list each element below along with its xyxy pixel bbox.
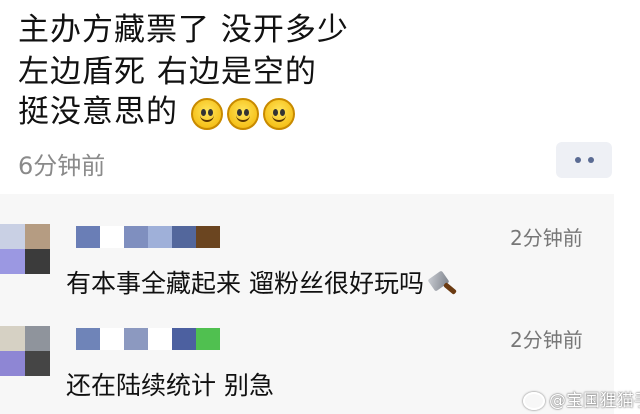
post-text-line-2: 左边盾死 右边是空的 bbox=[18, 54, 317, 90]
comment-timestamp: 2分钟前 bbox=[510, 328, 583, 352]
watermark-text: @宝国狸猫手 bbox=[549, 391, 640, 411]
comment-text: 有本事全藏起来 遛粉丝很好玩吗 bbox=[66, 264, 458, 300]
post-text-line-1: 主办方藏票了 没开多少 bbox=[18, 12, 349, 48]
post-text-line-3: 挺没意思的 bbox=[18, 86, 295, 131]
username-pixel bbox=[196, 226, 220, 248]
post-text-line-3-text: 挺没意思的 bbox=[18, 94, 178, 130]
smiley-icon bbox=[262, 97, 295, 130]
more-dots-icon bbox=[574, 157, 581, 163]
avatar-pixel bbox=[25, 351, 50, 376]
comment-text: 还在陆续统计 别急 bbox=[66, 371, 274, 400]
username-pixel bbox=[124, 226, 148, 248]
comment-timestamp: 2分钟前 bbox=[510, 226, 583, 250]
avatar-pixel bbox=[0, 351, 25, 376]
avatar-pixel bbox=[0, 224, 25, 249]
comment-item[interactable]: 2分钟前 还在陆续统计 别急 bbox=[0, 314, 614, 414]
username-pixel bbox=[148, 328, 172, 350]
avatar[interactable] bbox=[0, 224, 50, 274]
post-timestamp: 6分钟前 bbox=[18, 152, 106, 180]
emoji-group bbox=[190, 97, 295, 130]
avatar-pixel bbox=[0, 326, 25, 351]
smiley-icon bbox=[226, 97, 259, 130]
avatar-pixel bbox=[25, 249, 50, 274]
comment-text-content: 有本事全藏起来 遛粉丝很好玩吗 bbox=[66, 269, 424, 298]
comment-section: 2分钟前 有本事全藏起来 遛粉丝很好玩吗 2分钟前 还在陆续统计 别急 bbox=[0, 194, 614, 414]
smiley-icon bbox=[190, 97, 223, 130]
username-pixel bbox=[148, 226, 172, 248]
avatar-pixel bbox=[25, 326, 50, 351]
avatar-pixel bbox=[0, 249, 25, 274]
username-mosaic[interactable] bbox=[76, 226, 220, 248]
username-pixel bbox=[124, 328, 148, 350]
page-edge bbox=[614, 192, 640, 414]
username-pixel bbox=[172, 226, 196, 248]
username-pixel bbox=[76, 226, 100, 248]
username-mosaic[interactable] bbox=[76, 328, 220, 350]
comment-item[interactable]: 2分钟前 有本事全藏起来 遛粉丝很好玩吗 bbox=[0, 212, 614, 312]
weibo-logo-icon bbox=[523, 392, 545, 410]
username-pixel bbox=[76, 328, 100, 350]
username-pixel bbox=[100, 226, 124, 248]
watermark: @宝国狸猫手 bbox=[523, 386, 640, 411]
more-dots-icon bbox=[587, 157, 594, 163]
avatar-pixel bbox=[25, 224, 50, 249]
avatar[interactable] bbox=[0, 326, 50, 376]
post-card: 主办方藏票了 没开多少 左边盾死 右边是空的 挺没意思的 6分钟前 bbox=[0, 0, 640, 192]
username-pixel bbox=[196, 328, 220, 350]
username-pixel bbox=[100, 328, 124, 350]
cleaver-icon bbox=[427, 270, 458, 298]
username-pixel bbox=[172, 328, 196, 350]
more-options-button[interactable] bbox=[556, 142, 612, 178]
